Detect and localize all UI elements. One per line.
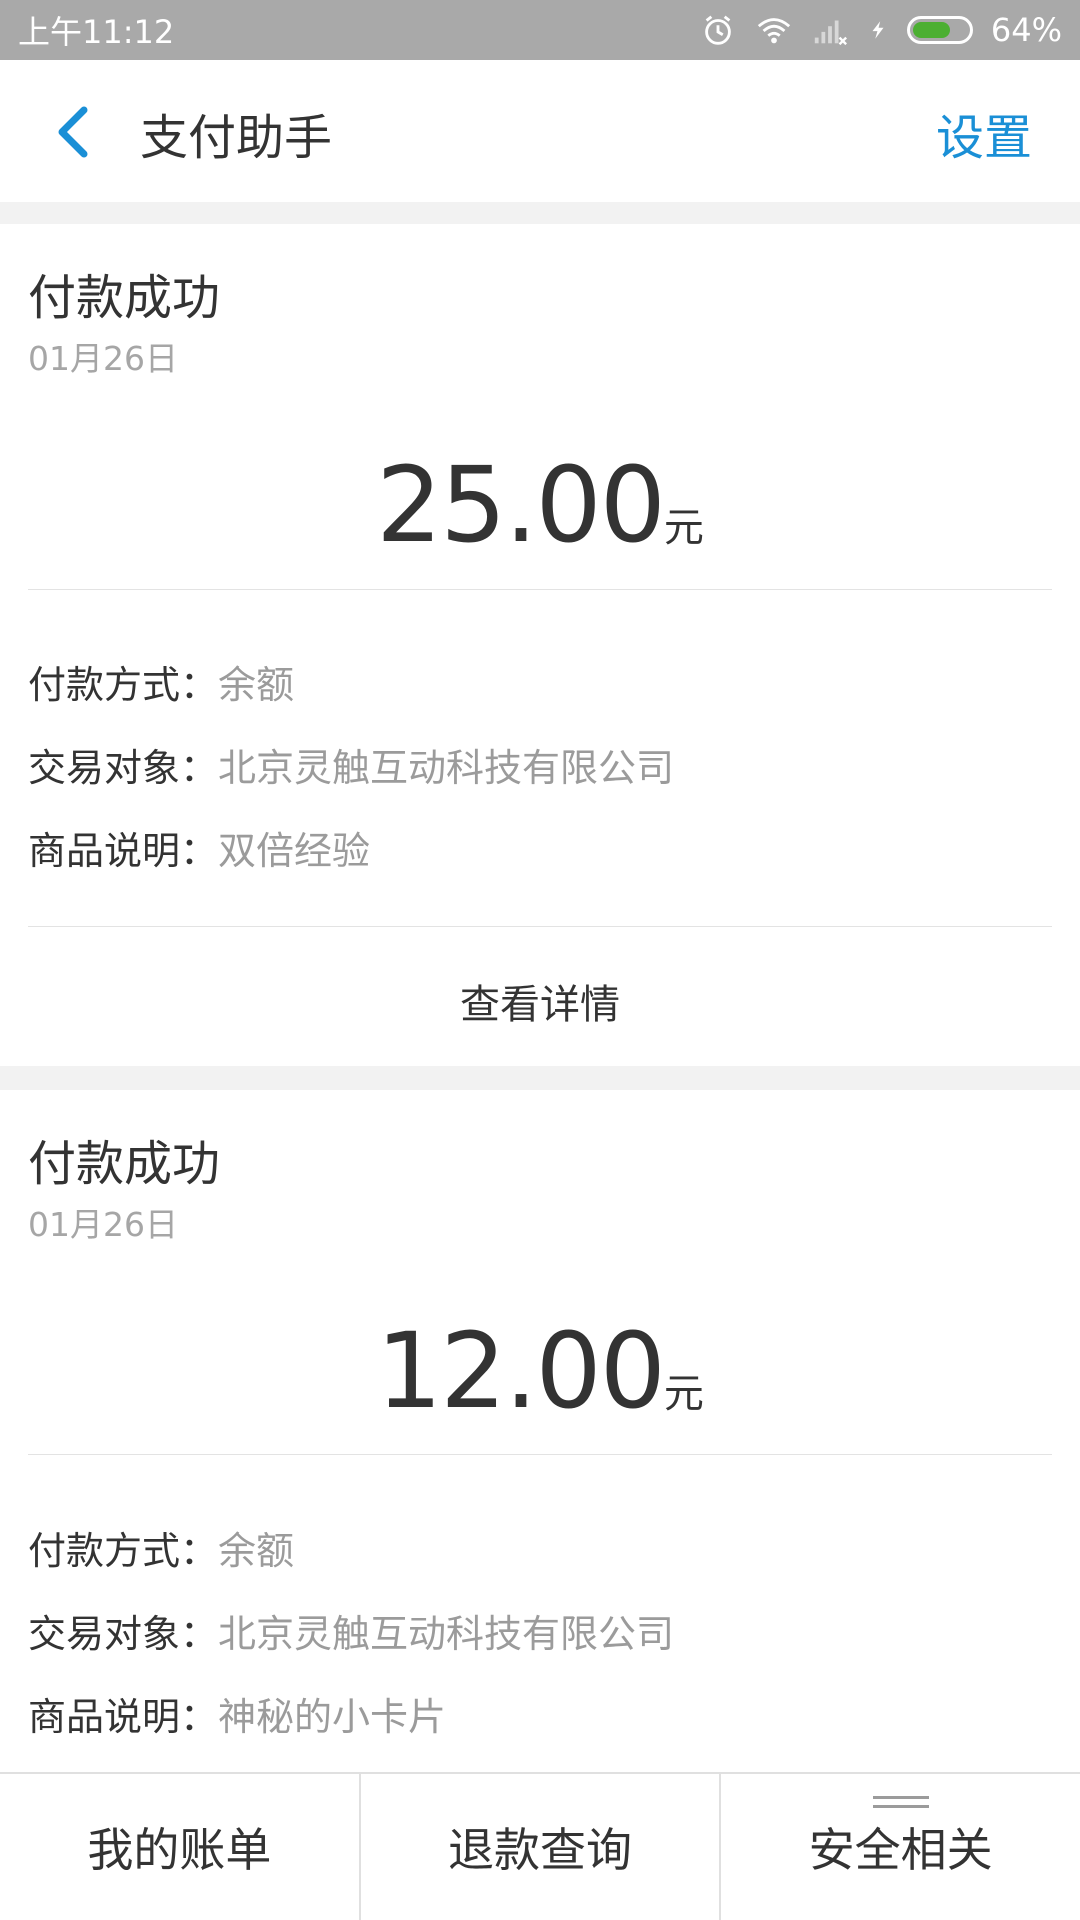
payment-status: 付款成功: [28, 270, 221, 326]
detail-row-counterparty: 交易对象：北京灵触互动科技有限公司: [28, 737, 674, 792]
tab-label: 退款查询: [448, 1823, 632, 1877]
payment-status: 付款成功: [28, 1136, 221, 1192]
battery-percent: 64%: [990, 11, 1062, 49]
divider: [28, 926, 1052, 927]
row-label: 商品说明：: [28, 1695, 219, 1739]
payment-date: 01月26日: [28, 339, 178, 378]
status-bar: 上午11:12 64%: [0, 0, 1080, 60]
status-icons: 64%: [699, 11, 1062, 49]
row-label: 交易对象：: [28, 1612, 219, 1656]
payment-card: 付款成功 01月26日 25.00元 付款方式：余额 交易对象：北京灵触互动科技…: [0, 224, 1080, 1066]
charging-icon: [872, 21, 884, 39]
signal-icon: [814, 20, 847, 46]
divider: [28, 589, 1052, 590]
chevron-left-icon[interactable]: [48, 102, 98, 162]
row-value: 余额: [218, 1529, 295, 1573]
nav-bar: 支付助手 设置: [0, 60, 1080, 202]
tab-my-bills[interactable]: 我的账单: [0, 1774, 361, 1920]
tab-security[interactable]: 安全相关: [721, 1774, 1080, 1920]
status-time: 上午11:12: [18, 13, 175, 51]
row-label: 交易对象：: [28, 746, 219, 790]
row-value: 北京灵触互动科技有限公司: [218, 1612, 675, 1656]
alarm-icon: [705, 15, 731, 45]
detail-row-description: 商品说明：神秘的小卡片: [28, 1686, 446, 1741]
payment-amount: 12.00: [376, 1310, 666, 1432]
row-value: 北京灵触互动科技有限公司: [218, 746, 675, 790]
row-label: 付款方式：: [28, 1529, 219, 1573]
tab-refund-query[interactable]: 退款查询: [361, 1774, 722, 1920]
row-value: 神秘的小卡片: [218, 1695, 447, 1739]
payment-amount-block: 25.00元: [0, 444, 1080, 566]
detail-row-method: 付款方式：余额: [28, 654, 294, 709]
payment-amount: 25.00: [376, 444, 666, 566]
row-value: 余额: [218, 663, 295, 707]
divider: [28, 1454, 1052, 1455]
page-title: 支付助手: [140, 110, 333, 166]
detail-row-method: 付款方式：余额: [28, 1520, 294, 1575]
detail-row-description: 商品说明：双倍经验: [28, 820, 370, 875]
payment-amount-block: 12.00元: [0, 1310, 1080, 1432]
row-label: 商品说明：: [28, 829, 219, 873]
settings-button[interactable]: 设置: [936, 98, 1032, 168]
amount-unit: 元: [663, 505, 704, 551]
payment-date: 01月26日: [28, 1205, 178, 1244]
tab-label: 我的账单: [87, 1823, 272, 1877]
bottom-tab-bar: 我的账单 退款查询 安全相关: [0, 1772, 1080, 1920]
battery-icon: [906, 16, 973, 44]
amount-unit: 元: [663, 1371, 704, 1417]
detail-row-counterparty: 交易对象：北京灵触互动科技有限公司: [28, 1603, 674, 1658]
tab-label: 安全相关: [808, 1823, 993, 1877]
row-value: 双倍经验: [218, 829, 371, 873]
wifi-icon: [757, 18, 791, 44]
menu-icon: [872, 1796, 929, 1808]
view-details-button[interactable]: 查看详情: [0, 972, 1080, 1030]
row-label: 付款方式：: [28, 663, 219, 707]
